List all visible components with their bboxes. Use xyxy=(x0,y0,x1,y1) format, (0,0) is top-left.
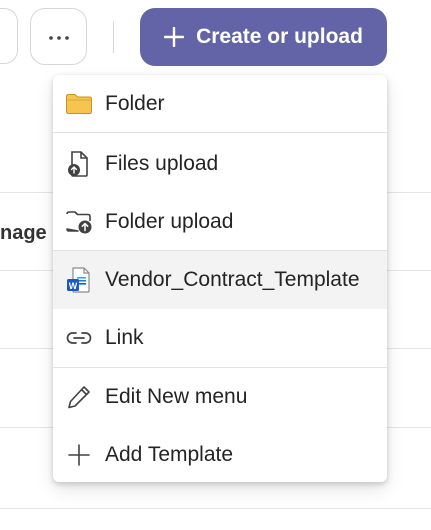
menu-item-vendor-contract-template[interactable]: W Vendor_Contract_Template xyxy=(53,251,387,309)
menu-item-edit-new-menu[interactable]: Edit New menu xyxy=(53,368,387,426)
menu-item-add-template[interactable]: Add Template xyxy=(53,426,387,482)
create-or-upload-label: Create or upload xyxy=(196,25,363,48)
menu-item-label: Link xyxy=(105,326,144,349)
plus-icon xyxy=(164,27,185,47)
toolbar-divider xyxy=(113,21,114,53)
menu-item-label: Folder upload xyxy=(105,210,234,233)
ellipsis-icon xyxy=(48,28,70,46)
menu-item-label: Vendor_Contract_Template xyxy=(105,268,360,291)
folder-icon xyxy=(65,90,93,118)
toolbar-button-partial[interactable] xyxy=(0,8,18,64)
menu-item-folder[interactable]: Folder xyxy=(53,75,387,133)
menu-item-link[interactable]: Link xyxy=(53,309,387,367)
create-or-upload-menu: Folder Files upload Folder upload W Vend… xyxy=(53,75,387,482)
column-header-partial: nage xyxy=(0,222,47,244)
menu-item-label: Edit New menu xyxy=(105,385,248,408)
menu-item-files-upload[interactable]: Files upload xyxy=(53,135,387,193)
more-options-button[interactable] xyxy=(30,8,87,65)
create-or-upload-button[interactable]: Create or upload xyxy=(140,8,387,66)
list-divider xyxy=(0,508,431,509)
file-upload-icon xyxy=(65,150,93,178)
folder-upload-icon xyxy=(65,208,93,236)
menu-item-label: Folder xyxy=(105,92,165,115)
menu-item-folder-upload[interactable]: Folder upload xyxy=(53,193,387,251)
menu-item-label: Add Template xyxy=(105,443,234,466)
link-icon xyxy=(65,324,93,352)
svg-text:W: W xyxy=(69,281,78,291)
menu-item-label: Files upload xyxy=(105,152,219,175)
menu-separator xyxy=(53,132,387,133)
word-document-icon: W xyxy=(65,266,93,294)
document-library-page: Create or upload nage Folder Files uploa… xyxy=(0,0,431,530)
plus-icon xyxy=(65,441,93,469)
pencil-icon xyxy=(65,383,93,411)
